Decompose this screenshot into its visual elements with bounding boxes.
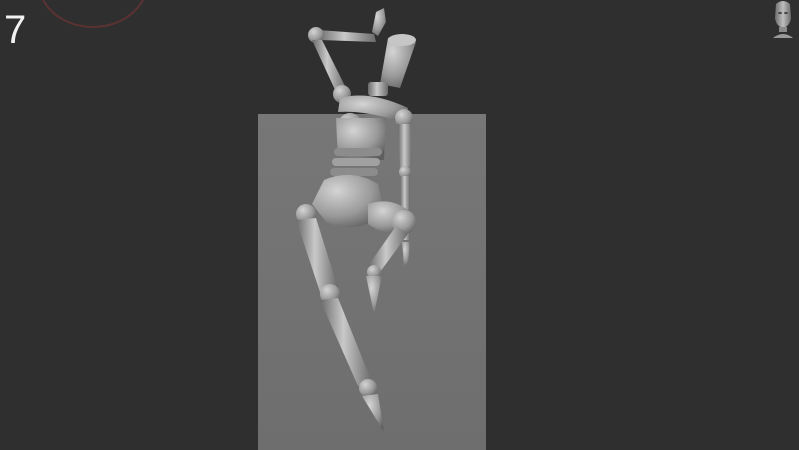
mannequin-figure[interactable] [0, 0, 799, 450]
3d-viewport[interactable]: 7 [0, 0, 799, 450]
